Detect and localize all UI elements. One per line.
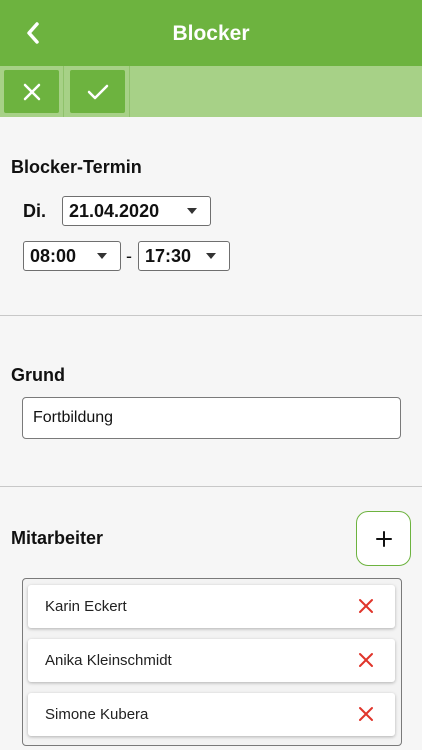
app-header: Blocker xyxy=(0,0,422,66)
end-time-value: 17:30 xyxy=(145,245,192,266)
caret-down-icon xyxy=(206,253,216,259)
plus-icon xyxy=(375,530,392,547)
checkmark-icon xyxy=(87,84,108,99)
reason-section-title: Grund xyxy=(11,365,65,385)
start-time-dropdown[interactable]: 08:00 xyxy=(23,241,121,271)
toolbar-divider xyxy=(129,66,130,117)
toolbar-divider xyxy=(63,66,64,117)
list-item: Anika Kleinschmidt xyxy=(28,639,395,682)
add-employee-button[interactable] xyxy=(356,511,411,566)
close-icon xyxy=(359,653,373,667)
page-title: Blocker xyxy=(172,22,250,45)
employee-name: Anika Kleinschmidt xyxy=(45,652,172,669)
date-dropdown[interactable]: 21.04.2020 xyxy=(62,196,211,226)
time-separator: - xyxy=(126,246,132,266)
employee-name: Simone Kubera xyxy=(45,706,149,723)
end-time-dropdown[interactable]: 17:30 xyxy=(138,241,230,271)
remove-employee-button[interactable] xyxy=(355,703,377,725)
employee-list: Karin Eckert Anika Kleinschmidt Simone K… xyxy=(22,578,402,746)
caret-down-icon xyxy=(187,208,197,214)
appointment-section-title: Blocker-Termin xyxy=(11,157,142,177)
date-value: 21.04.2020 xyxy=(69,200,160,221)
caret-down-icon xyxy=(97,253,107,259)
employees-section-title: Mitarbeiter xyxy=(11,528,104,548)
section-divider xyxy=(0,315,422,316)
back-button[interactable] xyxy=(18,17,48,49)
list-item: Simone Kubera xyxy=(28,693,395,736)
close-icon xyxy=(359,707,373,721)
confirm-button[interactable] xyxy=(70,70,125,113)
employee-name: Karin Eckert xyxy=(45,598,127,615)
remove-employee-button[interactable] xyxy=(355,649,377,671)
action-toolbar xyxy=(0,66,422,117)
reason-input[interactable] xyxy=(22,397,401,439)
section-divider xyxy=(0,486,422,487)
cancel-button[interactable] xyxy=(4,70,59,113)
list-item: Karin Eckert xyxy=(28,585,395,628)
close-icon xyxy=(359,599,373,613)
start-time-value: 08:00 xyxy=(30,245,77,266)
remove-employee-button[interactable] xyxy=(355,595,377,617)
chevron-left-icon xyxy=(27,22,39,44)
close-icon xyxy=(23,83,40,100)
weekday-label: Di. xyxy=(23,201,47,221)
